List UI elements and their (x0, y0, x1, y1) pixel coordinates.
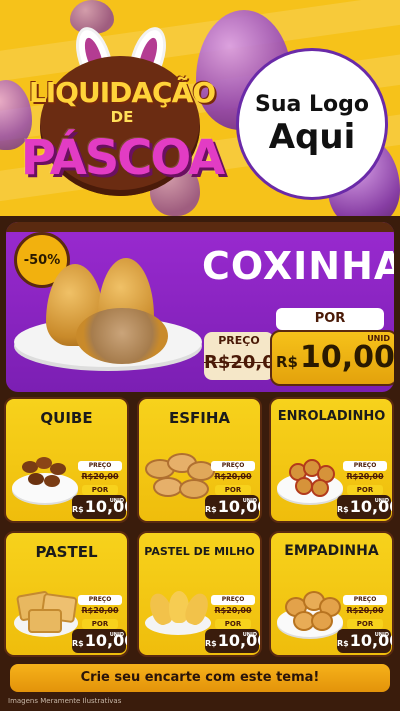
currency: R$ (72, 505, 84, 514)
old-price: R$20,00 (81, 472, 119, 481)
preco-label: PREÇO (218, 334, 260, 347)
product-card-enroladinho: ENROLADINHO PREÇO R$20,00 POR UNID R$10,0… (269, 397, 394, 523)
old-price-box: PREÇO R$20,00 (204, 332, 288, 380)
product-card-quibe: QUIBE PREÇO R$20,00 POR UNIDR$10,00 (4, 397, 129, 523)
old-price: R$20,00 (214, 606, 252, 615)
product-name: PASTEL DE MILHO (144, 545, 255, 558)
old-price: R$20,00 (81, 606, 119, 615)
price-tag: UNIDR$10,00 (205, 495, 260, 519)
cta-banner[interactable]: Crie seu encarte com este tema! (10, 664, 390, 692)
product-name: ESFIHA (168, 409, 231, 427)
coxinha-cut-icon (76, 308, 168, 364)
preco-label: PREÇO (78, 461, 122, 471)
logo-placeholder: Sua Logo Aqui (236, 48, 388, 200)
currency: R$ (276, 353, 298, 371)
product-card-esfiha: ESFIHA PREÇO R$20,00 POR UNIDR$10,00 (137, 397, 262, 523)
old-price: R$20,00 (204, 352, 288, 373)
empadinha-icon (277, 585, 343, 641)
old-price: R$20,00 (346, 606, 384, 615)
unit-label: UNID (374, 498, 389, 504)
preco-label: PREÇO (343, 461, 387, 471)
enroladinho-icon (277, 451, 343, 507)
unit-label: UNID (242, 498, 257, 504)
unit-label: UNID (242, 632, 257, 638)
esfiha-icon (145, 451, 215, 507)
preco-label: PREÇO (211, 461, 255, 471)
chocolate-drip (6, 222, 394, 232)
currency: R$ (205, 639, 217, 648)
old-price: R$20,00 (346, 472, 384, 481)
quibe-icon (12, 451, 78, 507)
title-line-2: DE (110, 108, 134, 126)
product-name: PASTEL (35, 543, 98, 561)
pastel-icon (12, 585, 78, 641)
header-banner: LIQUIDAÇÃO DE PÁSCOA Sua Logo Aqui (0, 0, 400, 222)
logo-text-1: Sua Logo (254, 91, 369, 117)
product-name: QUIBE (40, 409, 93, 427)
product-name: EMPADINHA (284, 543, 379, 559)
price-tag: UNIDR$10,00 (337, 495, 392, 519)
price-value: 10,00 (300, 340, 394, 375)
unit-label: UNID (109, 498, 124, 504)
currency: R$ (205, 505, 217, 514)
unit-label: UNID (374, 632, 389, 638)
product-name: ENROLADINHO (277, 409, 386, 424)
price-tag: UNIDR$10,00 (337, 629, 392, 653)
product-card-pastel-de-milho: PASTEL DE MILHO PREÇO R$20,00 POR UNID R$… (137, 531, 262, 657)
title-line-3: PÁSCOA (20, 130, 225, 186)
preco-label: PREÇO (343, 595, 387, 605)
currency: R$ (72, 639, 84, 648)
product-card-pastel: PASTEL PREÇO R$20,00 POR UNIDR$10,00 (4, 531, 129, 657)
preco-label: PREÇO (78, 595, 122, 605)
featured-product-name: COXINHA (202, 244, 394, 288)
price-tag: UNIDR$10,00 (72, 629, 127, 653)
currency: R$ (337, 639, 349, 648)
currency: R$ (337, 505, 349, 514)
por-label: POR (276, 308, 384, 330)
old-price: R$20,00 (214, 472, 252, 481)
product-card-empadinha: EMPADINHA PREÇO R$20,00 POR UNIDR$10,00 (269, 531, 394, 657)
sale-title: LIQUIDAÇÃO DE PÁSCOA (21, 46, 225, 196)
featured-price: R$10,00 (276, 340, 394, 375)
price-tag: UNIDR$10,00 (72, 495, 127, 519)
title-line-1: LIQUIDAÇÃO (28, 76, 216, 109)
pastel-de-milho-icon (145, 585, 212, 641)
featured-price-box: UNID R$10,00 (270, 330, 394, 386)
preco-label: PREÇO (211, 595, 255, 605)
featured-product-card: -50% COXINHA POR PREÇO R$20,00 UNID R$10… (6, 222, 394, 392)
logo-text-2: Aqui (268, 116, 356, 157)
price-tag: UNIDR$10,00 (205, 629, 260, 653)
disclaimer-text: Imagens Meramente Ilustrativas (8, 697, 122, 705)
unit-label: UNID (109, 632, 124, 638)
